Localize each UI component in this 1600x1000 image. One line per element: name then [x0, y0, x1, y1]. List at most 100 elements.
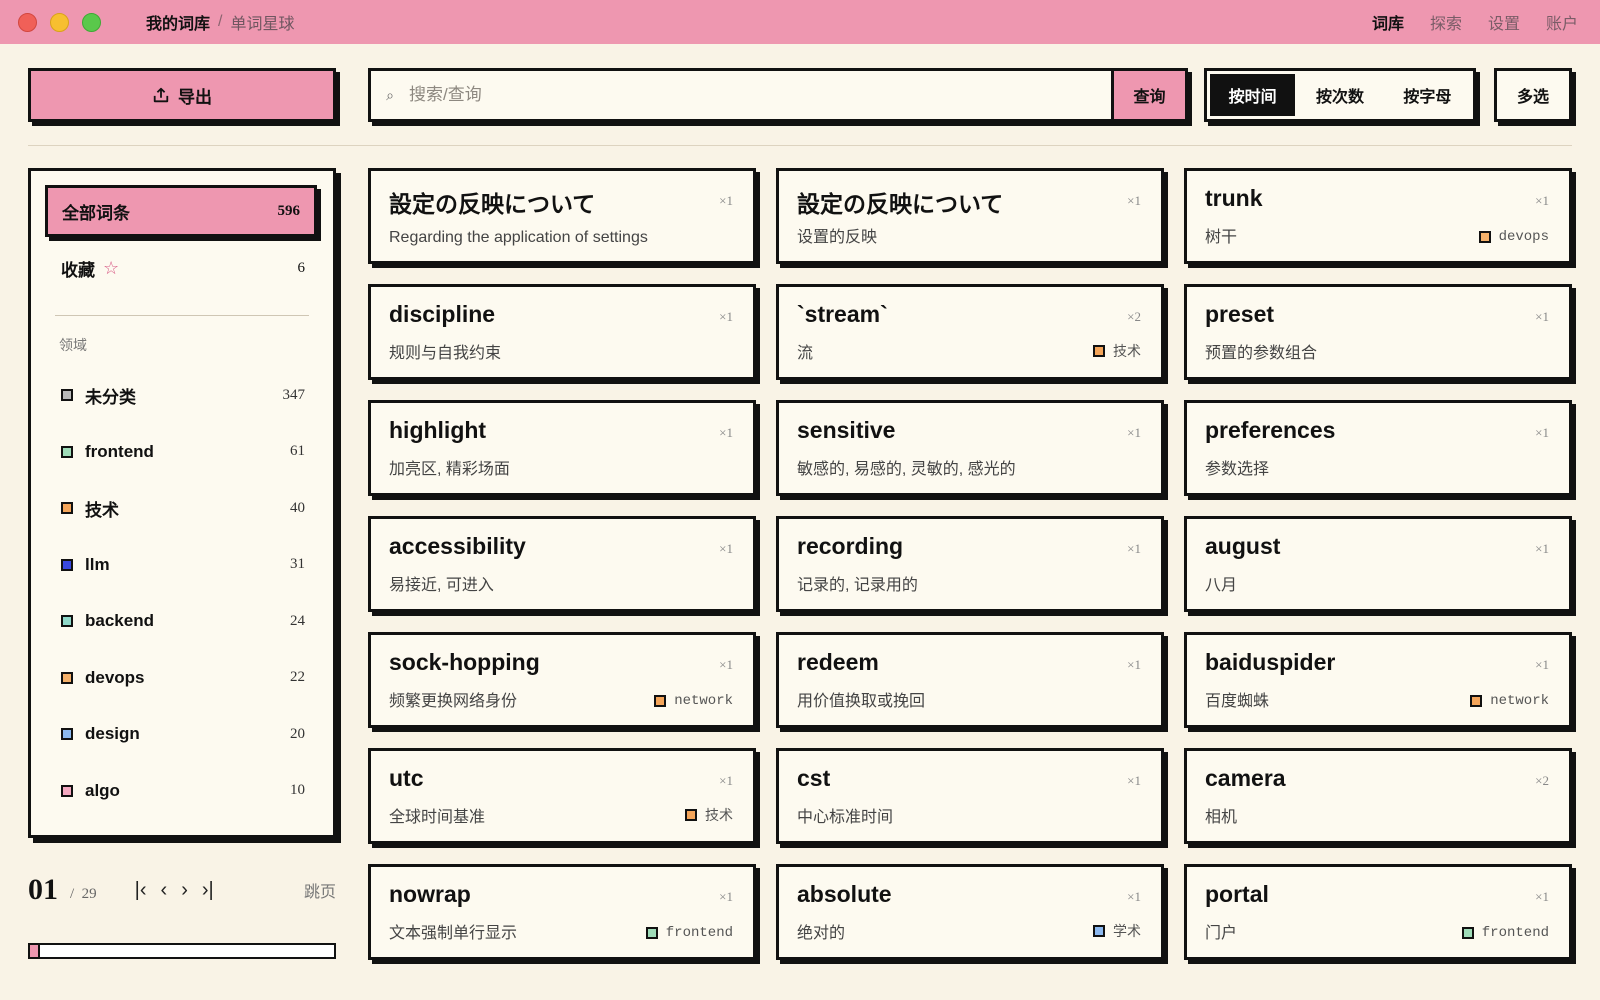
card-word: preferences: [1205, 417, 1336, 443]
sidebar-domain-item[interactable]: design 20: [61, 706, 305, 763]
query-button[interactable]: 查询: [1111, 71, 1185, 119]
sidebar-domain-item[interactable]: algo 10: [61, 763, 305, 820]
card-meaning: 八月: [1205, 577, 1238, 594]
word-card[interactable]: camera ×2 相机: [1184, 748, 1572, 844]
card-tag-label: network: [1490, 693, 1549, 709]
domain-count: 61: [290, 443, 305, 460]
tag-color-swatch: [645, 927, 658, 939]
word-card[interactable]: preset ×1 预置的参数组合: [1184, 284, 1572, 380]
sidebar-domain-item[interactable]: frontend 61: [61, 424, 305, 481]
sort-by-alpha[interactable]: 按字母: [1385, 74, 1470, 116]
word-card[interactable]: absolute ×1 绝对的 学术: [776, 864, 1164, 960]
sidebar-domain-item[interactable]: 未分类 347: [61, 367, 305, 424]
next-page-icon[interactable]: ›: [181, 879, 188, 902]
maximize-window-button[interactable]: [82, 12, 101, 32]
card-word: trunk: [1205, 185, 1263, 211]
card-count: ×1: [1127, 193, 1141, 208]
last-page-icon[interactable]: ›|: [202, 879, 214, 902]
word-card[interactable]: august ×1 八月: [1184, 516, 1572, 612]
sort-by-time[interactable]: 按时间: [1210, 74, 1296, 116]
word-card[interactable]: portal ×1 门户 frontend: [1184, 864, 1572, 960]
multi-select-button[interactable]: 多选: [1494, 68, 1572, 122]
card-tag: frontend: [645, 925, 733, 941]
nav-account[interactable]: 账户: [1546, 10, 1578, 34]
jump-page-button[interactable]: 跳页: [304, 878, 336, 902]
card-count: ×1: [719, 773, 733, 788]
sidebar-item-all[interactable]: 全部词条 596: [45, 185, 317, 237]
domain-color-swatch: [61, 558, 73, 571]
card-word: portal: [1205, 881, 1269, 907]
first-page-icon[interactable]: |‹: [135, 879, 147, 902]
domain-color-swatch: [61, 671, 73, 684]
card-word: preset: [1205, 301, 1275, 327]
nav-settings[interactable]: 设置: [1488, 10, 1520, 34]
word-card[interactable]: trunk ×1 树干 devops: [1184, 168, 1572, 264]
domain-heading: 领域: [59, 337, 87, 353]
word-card[interactable]: 設定の反映について ×1 Regarding the application of …: [368, 168, 756, 264]
breadcrumb-separator: /: [218, 13, 223, 30]
word-card[interactable]: `stream` ×2 流 技术: [776, 284, 1164, 380]
card-count: ×1: [1535, 657, 1549, 672]
card-tag-label: frontend: [1481, 925, 1549, 941]
sidebar-domain-item[interactable]: devops 22: [61, 650, 305, 707]
sidebar-domain-item[interactable]: 技术 40: [61, 480, 305, 537]
word-card[interactable]: redeem ×1 用价值换取或挽回: [776, 632, 1164, 728]
card-count: ×2: [1535, 773, 1549, 788]
card-tag-label: frontend: [665, 925, 733, 941]
star-icon: ☆: [103, 257, 120, 278]
card-tag: network: [654, 693, 733, 709]
card-tag: 技术: [1093, 341, 1141, 361]
search-input[interactable]: [409, 71, 1111, 119]
card-word: highlight: [389, 417, 487, 443]
sidebar-domain-item[interactable]: llm 31: [61, 537, 305, 594]
word-card[interactable]: accessibility ×1 易接近, 可进入: [368, 516, 756, 612]
sidebar: 全部词条 596 收藏 ☆ 6 领域 未分类 347 frontend 61 技术 40 l…: [28, 168, 336, 838]
nav-explore[interactable]: 探索: [1430, 10, 1462, 34]
total-pages-value: 29: [81, 885, 97, 902]
domain-color-swatch: [61, 728, 73, 741]
card-word: recording: [797, 533, 904, 559]
nav-vocab[interactable]: 词库: [1372, 10, 1404, 34]
tag-color-swatch: [1093, 345, 1105, 357]
card-count: ×1: [1535, 541, 1549, 556]
word-card[interactable]: sensitive ×1 敏感的, 易感的, 灵敏的, 感光的: [776, 400, 1164, 496]
total-pages: / 29: [70, 885, 97, 902]
page-progress-bar: [28, 943, 336, 959]
card-meaning: 全球时间基准: [389, 809, 486, 826]
sidebar-item-favorites[interactable]: 收藏 ☆ 6: [61, 253, 305, 283]
word-card[interactable]: sock-hopping ×1 频繁更换网络身份 network: [368, 632, 756, 728]
word-card[interactable]: baiduspider ×1 百度蜘蛛 network: [1184, 632, 1572, 728]
word-card[interactable]: cst ×1 中心标准时间: [776, 748, 1164, 844]
word-card[interactable]: 設定の反映について ×1 设置的反映: [776, 168, 1164, 264]
card-word: 設定の反映について: [389, 191, 596, 217]
domain-count: 40: [290, 499, 305, 516]
tag-color-swatch: [685, 809, 697, 821]
domain-count: 20: [290, 725, 305, 742]
close-window-button[interactable]: [18, 12, 37, 32]
card-count: ×1: [719, 425, 733, 440]
word-card[interactable]: discipline ×1 规则与自我约束: [368, 284, 756, 380]
card-word: accessibility: [389, 533, 526, 559]
card-meaning: 相机: [1205, 809, 1238, 826]
card-tag: 技术: [685, 805, 733, 825]
minimize-window-button[interactable]: [50, 12, 69, 32]
word-card[interactable]: nowrap ×1 文本强制单行显示 frontend: [368, 864, 756, 960]
card-tag-label: 技术: [705, 809, 733, 825]
domain-count: 10: [290, 782, 305, 799]
word-card[interactable]: preferences ×1 参数选择: [1184, 400, 1572, 496]
word-card[interactable]: utc ×1 全球时间基准 技术: [368, 748, 756, 844]
sidebar-divider: [55, 315, 309, 316]
prev-page-icon[interactable]: ‹: [161, 879, 168, 902]
word-card[interactable]: recording ×1 记录的, 记录用的: [776, 516, 1164, 612]
breadcrumb-app[interactable]: 单词星球: [230, 10, 294, 34]
domain-count: 347: [282, 386, 306, 403]
breadcrumb-current[interactable]: 我的词库: [146, 10, 210, 34]
word-card[interactable]: highlight ×1 加亮区, 精彩场面: [368, 400, 756, 496]
card-word: baiduspider: [1205, 649, 1336, 675]
export-button[interactable]: 导出: [28, 68, 336, 122]
sidebar-domain-item[interactable]: backend 24: [61, 593, 305, 650]
sort-by-count[interactable]: 按次数: [1297, 74, 1382, 116]
card-tag: frontend: [1461, 925, 1549, 941]
card-count: ×1: [1127, 889, 1141, 904]
card-count: ×1: [1535, 193, 1549, 208]
